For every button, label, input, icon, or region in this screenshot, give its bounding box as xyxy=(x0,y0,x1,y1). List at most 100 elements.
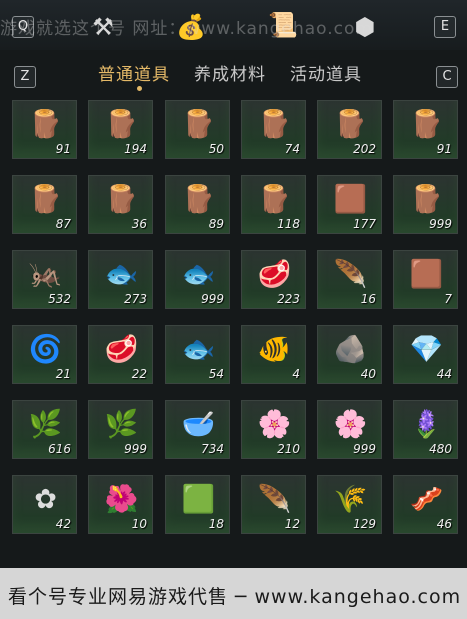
inventory-slot[interactable]: 🪨 40 xyxy=(317,325,382,384)
tab-event-items[interactable]: 活动道具 xyxy=(290,60,362,85)
inventory-slot[interactable]: 🌿 616 xyxy=(12,400,77,459)
item-quantity: 734 xyxy=(201,442,224,456)
footer-watermark-text: 看个号专业网易游戏代售 ─ www.kangehao.com xyxy=(8,586,462,608)
item-quantity: 273 xyxy=(124,292,147,306)
inventory-slot[interactable]: 🪵 202 xyxy=(317,100,382,159)
purple-crystal-icon: 💎 xyxy=(409,334,444,365)
inventory-slot[interactable]: 🪵 999 xyxy=(393,175,458,234)
log-bundle-icon: 🪵 xyxy=(257,184,292,215)
raw-meat-icon: 🥩 xyxy=(104,334,139,365)
inventory-slot[interactable]: 🌸 999 xyxy=(317,400,382,459)
log-bundle-icon: 🪵 xyxy=(104,109,139,140)
inventory-slot[interactable]: 🪵 36 xyxy=(88,175,153,234)
fish-icon: 🐟 xyxy=(181,259,216,290)
item-quantity: 532 xyxy=(48,292,71,306)
inventory-slot[interactable]: 🟩 18 xyxy=(165,475,230,534)
log-bundle-icon: 🪵 xyxy=(28,109,63,140)
intestine-icon: 🌀 xyxy=(28,334,63,365)
mortar-pestle-icon: 🥣 xyxy=(181,409,216,440)
item-quantity: 74 xyxy=(284,142,300,156)
inventory-slot[interactable]: 💎 44 xyxy=(393,325,458,384)
bark-pile-icon: 🟫 xyxy=(333,184,368,215)
watermark-top: 游戏就选这个号 网址：www.kangehao.com xyxy=(0,19,373,39)
inventory-slot[interactable]: 🐟 999 xyxy=(165,250,230,309)
item-quantity: 50 xyxy=(208,142,224,156)
footer-watermark-banner: 看个号专业网易游戏代售 ─ www.kangehao.com xyxy=(0,568,467,619)
inventory-slot[interactable]: 🪵 91 xyxy=(393,100,458,159)
inventory-slot[interactable]: 🥩 223 xyxy=(241,250,306,309)
inventory-slot[interactable]: 🌾 129 xyxy=(317,475,382,534)
inventory-slot[interactable]: 🌿 999 xyxy=(88,400,153,459)
item-quantity: 194 xyxy=(124,142,147,156)
key-hint-e[interactable]: E xyxy=(434,16,456,38)
inventory-slot[interactable]: 🌺 10 xyxy=(88,475,153,534)
item-quantity: 10 xyxy=(131,517,147,531)
inventory-slot[interactable]: 🟫 7 xyxy=(393,250,458,309)
item-quantity: 54 xyxy=(208,367,224,381)
key-hint-c[interactable]: C xyxy=(436,66,458,88)
crossed-tools-icon[interactable]: ⚒ xyxy=(88,12,118,42)
item-quantity: 42 xyxy=(55,517,71,531)
inventory-slot[interactable]: 🪶 12 xyxy=(241,475,306,534)
item-quantity: 44 xyxy=(436,367,452,381)
scroll-icon[interactable]: 📜 xyxy=(268,10,298,40)
red-flower-icon: 🌺 xyxy=(104,484,139,515)
inventory-slot[interactable]: 🪵 50 xyxy=(165,100,230,159)
white-flower-herb-icon: 🌿 xyxy=(104,409,139,440)
inventory-slot[interactable]: 🪵 194 xyxy=(88,100,153,159)
money-bag-icon[interactable]: 💰 xyxy=(176,12,206,42)
log-bundle-icon: 🪵 xyxy=(181,109,216,140)
fish-icon: 🐟 xyxy=(181,334,216,365)
inventory-slot[interactable]: 🪵 89 xyxy=(165,175,230,234)
item-quantity: 18 xyxy=(208,517,224,531)
inventory-slot[interactable]: 🪶 16 xyxy=(317,250,382,309)
item-quantity: 118 xyxy=(277,217,300,231)
inventory-slot[interactable]: 🪵 74 xyxy=(241,100,306,159)
item-quantity: 999 xyxy=(201,292,224,306)
item-quantity: 36 xyxy=(131,217,147,231)
item-quantity: 129 xyxy=(353,517,376,531)
item-quantity: 999 xyxy=(124,442,147,456)
inventory-slot[interactable]: 🥓 46 xyxy=(393,475,458,534)
fish-icon: 🐟 xyxy=(104,259,139,290)
inventory-slot[interactable]: 🌸 210 xyxy=(241,400,306,459)
item-quantity: 91 xyxy=(55,142,71,156)
inventory-slot[interactable]: 🪵 118 xyxy=(241,175,306,234)
item-quantity: 210 xyxy=(277,442,300,456)
key-hint-q[interactable]: Q xyxy=(12,16,34,38)
log-bundle-icon: 🪵 xyxy=(409,184,444,215)
inventory-slot[interactable]: 🥣 734 xyxy=(165,400,230,459)
inventory-slot[interactable]: 🦗 532 xyxy=(12,250,77,309)
item-quantity: 22 xyxy=(131,367,147,381)
inventory-slot[interactable]: 🐟 273 xyxy=(88,250,153,309)
item-quantity: 616 xyxy=(48,442,71,456)
item-quantity: 21 xyxy=(55,367,71,381)
log-bundle-icon: 🪵 xyxy=(181,184,216,215)
inventory-slot[interactable]: 🪻 480 xyxy=(393,400,458,459)
inventory-slot[interactable]: ✿ 42 xyxy=(12,475,77,534)
purple-flower-icon: 🌸 xyxy=(333,409,368,440)
inventory-slot[interactable]: 🟫 177 xyxy=(317,175,382,234)
location-pin-icon[interactable]: ⬢ xyxy=(350,12,380,42)
tab-common-items[interactable]: 普通道具 xyxy=(98,60,170,85)
inventory-slot[interactable]: 🪵 87 xyxy=(12,175,77,234)
inventory-slot[interactable]: 🐟 54 xyxy=(165,325,230,384)
item-quantity: 7 xyxy=(444,292,452,306)
inventory-slot[interactable]: 🌀 21 xyxy=(12,325,77,384)
gold-ore-icon: 🪨 xyxy=(333,334,368,365)
white-flower-herb-icon: 🌿 xyxy=(28,409,63,440)
top-bar: Q ⚒ 💰 📜 ⬢ E 游戏就选这个号 网址：www.kangehao.com xyxy=(0,0,467,50)
inventory-slot[interactable]: 🪵 91 xyxy=(12,100,77,159)
item-quantity: 223 xyxy=(277,292,300,306)
item-quantity: 12 xyxy=(284,517,300,531)
item-quantity: 91 xyxy=(436,142,452,156)
jade-stone-icon: 🟩 xyxy=(181,484,216,515)
item-quantity: 4 xyxy=(292,367,300,381)
inventory-slot[interactable]: 🥩 22 xyxy=(88,325,153,384)
inventory-slot[interactable]: 🐠 4 xyxy=(241,325,306,384)
purple-flower-icon: 🌸 xyxy=(257,409,292,440)
log-bundle-icon: 🪵 xyxy=(409,109,444,140)
item-quantity: 40 xyxy=(360,367,376,381)
animal-hide-icon: 🟫 xyxy=(409,259,444,290)
tab-growth-materials[interactable]: 养成材料 xyxy=(194,60,266,85)
